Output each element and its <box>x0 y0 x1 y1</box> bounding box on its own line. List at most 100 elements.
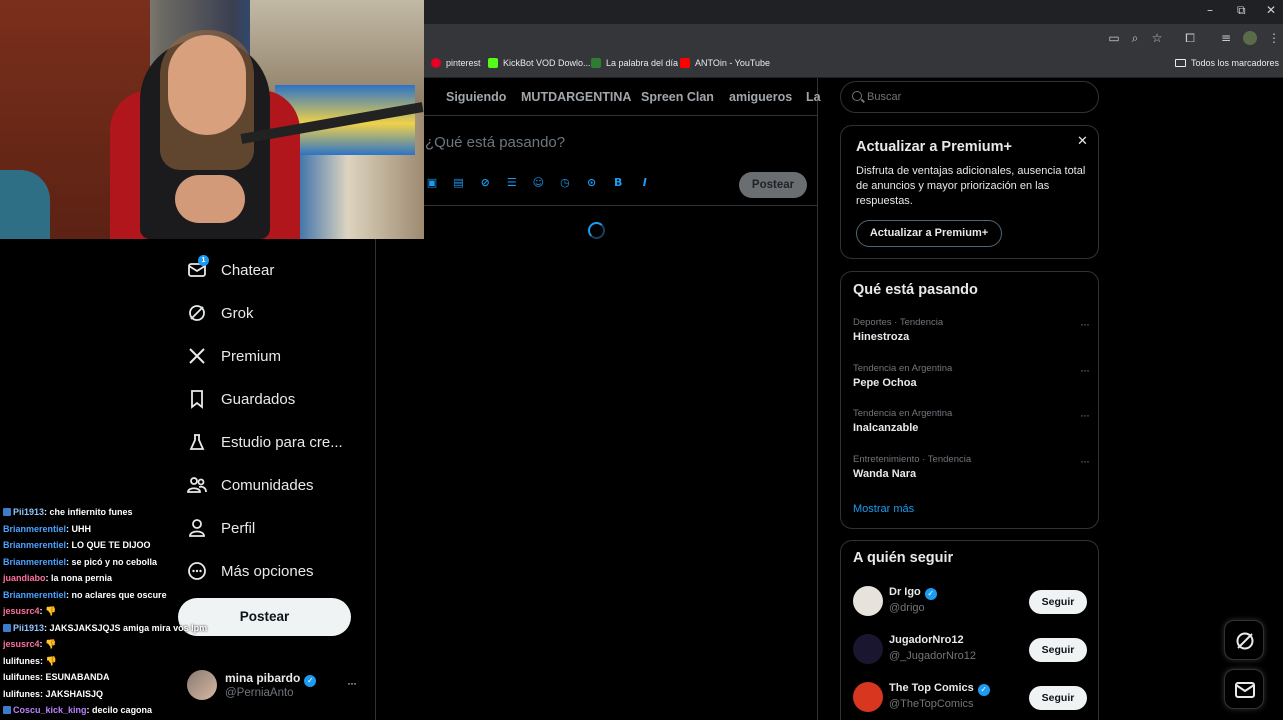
trend-item[interactable]: Tendencia en Argentina Inalcanzable ··· <box>853 408 1090 442</box>
tab-siguiendo[interactable]: Siguiendo <box>446 90 506 104</box>
bookmark-pinterest[interactable]: pinterest <box>431 58 481 68</box>
trend-meta: Entretenimiento · Tendencia <box>853 454 972 465</box>
more-icon[interactable]: ··· <box>1080 363 1090 377</box>
extensions-icon[interactable]: ⧠ <box>1183 31 1197 45</box>
follow-button[interactable]: Seguir <box>1029 638 1087 662</box>
nav-guardados[interactable]: Guardados <box>186 387 295 411</box>
minimize-icon[interactable]: – <box>1207 3 1213 17</box>
loading-spinner-icon <box>588 222 605 239</box>
image-icon[interactable]: ▣ <box>425 176 439 190</box>
bookmark-label: La palabra del día <box>606 58 679 68</box>
nav-label: Premium <box>221 347 282 365</box>
nav-chatear[interactable]: 1 Chatear <box>186 255 275 282</box>
bookmark-palabra-del-dia[interactable]: La palabra del día <box>591 58 678 68</box>
follow-button[interactable]: Seguir <box>1029 686 1087 710</box>
follow-suggestion[interactable]: The Top Comics ✓ @TheTopComics Seguir <box>853 679 1089 715</box>
webcam-overlay <box>0 0 424 239</box>
tab-amigueros[interactable]: amigueros <box>729 90 792 104</box>
follow-handle: @_JugadorNro12 <box>889 650 976 662</box>
close-icon[interactable]: ✕ <box>1077 134 1088 149</box>
more-icon[interactable]: ··· <box>347 676 357 690</box>
premium-title: Actualizar a Premium+ <box>856 139 1012 155</box>
mail-icon <box>1235 682 1255 698</box>
location-icon[interactable]: ⊙ <box>585 176 599 190</box>
italic-icon[interactable]: I <box>638 176 652 190</box>
trend-item[interactable]: Deportes · Tendencia Hinestroza ··· <box>853 317 1090 351</box>
search-input[interactable]: Buscar <box>840 81 1099 113</box>
browser-menu-icon[interactable]: ⋮ <box>1267 31 1281 45</box>
search-placeholder: Buscar <box>867 91 902 103</box>
zoom-icon[interactable]: ⌕ <box>1128 31 1142 45</box>
trends-card: Qué está pasando Deportes · Tendencia Hi… <box>840 271 1099 529</box>
chat-message: lulifunes: ESUNABANDA <box>3 672 110 682</box>
grok-floating-button[interactable] <box>1224 620 1264 660</box>
avatar <box>853 682 883 712</box>
compose-post-button[interactable]: Postear <box>739 172 807 198</box>
chat-username: Brianmerentiel <box>3 540 67 550</box>
who-to-follow-card: A quién seguir Dr Igo ✓ @drigo Seguir Jug… <box>840 540 1099 720</box>
nav-estudio[interactable]: Estudio para cre... <box>186 430 343 454</box>
tab-la[interactable]: La <box>806 90 821 104</box>
tab-mutdargentina[interactable]: MUTDARGENTINA <box>521 90 631 104</box>
more-icon[interactable]: ··· <box>1080 317 1090 331</box>
screen-cast-icon[interactable]: ▭ <box>1107 31 1121 45</box>
messages-floating-button[interactable] <box>1224 669 1264 709</box>
chat-username: Pii1913 <box>13 507 45 517</box>
star-bookmark-icon[interactable]: ☆ <box>1150 31 1164 45</box>
chat-text: : 👎 <box>39 606 57 616</box>
follow-suggestion[interactable]: JugadorNro12 @_JugadorNro12 Seguir <box>853 631 1089 667</box>
follow-suggestion[interactable]: Dr Igo ✓ @drigo Seguir <box>853 583 1089 619</box>
chat-text: : ESUNABANDA <box>40 672 110 682</box>
profile-avatar-icon[interactable] <box>1243 31 1257 45</box>
nav-label: Chatear <box>221 261 275 279</box>
creator-studio-icon <box>186 431 208 453</box>
chat-message: juandiabo: la nona pernia <box>3 573 112 583</box>
kickbot-icon <box>488 58 498 68</box>
trend-item[interactable]: Entretenimiento · Tendencia Wanda Nara ·… <box>853 454 1090 488</box>
premium-upgrade-button[interactable]: Actualizar a Premium+ <box>856 220 1002 247</box>
nav-label: Comunidades <box>221 476 314 494</box>
compose-input[interactable]: ¿Qué está pasando? <box>425 134 565 151</box>
pinterest-icon <box>431 58 441 68</box>
compose-toolbar: ▣ ▤ ⊘ ☰ ☺ ◷ ⊙ B I <box>425 176 664 194</box>
follow-button[interactable]: Seguir <box>1029 590 1087 614</box>
nav-grok[interactable]: Grok <box>186 301 254 325</box>
close-window-icon[interactable]: ✕ <box>1266 3 1276 17</box>
chat-username: Pii1913 <box>13 622 45 633</box>
trend-name: Pepe Ochoa <box>853 377 917 389</box>
chat-text: : UHH <box>66 523 92 534</box>
grok-icon[interactable]: ⊘ <box>478 176 492 190</box>
bookmark-youtube[interactable]: ANTOin - YouTube <box>680 58 770 68</box>
schedule-icon[interactable]: ◷ <box>558 176 572 190</box>
chat-badge-icon <box>3 706 11 714</box>
all-bookmarks-folder[interactable]: Todos los marcadores <box>1174 58 1279 68</box>
gif-icon[interactable]: ▤ <box>452 176 466 190</box>
poll-icon[interactable]: ☰ <box>505 176 519 190</box>
stream-chat-overlay: Pii1913: che infiernito funes Brianmerent… <box>0 490 220 720</box>
chat-username: lulifunes <box>3 672 41 682</box>
chat-message: Brianmerentiel: no aclares que oscure <box>3 590 167 600</box>
show-more-link[interactable]: Mostrar más <box>853 503 914 515</box>
media-control-icon[interactable]: ≡ <box>1219 31 1233 45</box>
trend-item[interactable]: Tendencia en Argentina Pepe Ochoa ··· <box>853 363 1090 397</box>
nav-label: Más opciones <box>221 562 314 580</box>
emoji-icon[interactable]: ☺ <box>531 176 545 190</box>
account-handle: @PerniaAnto <box>225 687 294 699</box>
bold-icon[interactable]: B <box>611 176 625 190</box>
nav-premium[interactable]: Premium <box>186 344 281 368</box>
chat-text: : decilo cagona <box>86 705 153 715</box>
follow-name: The Top Comics ✓ <box>889 682 990 696</box>
chat-message: jesusrc4: 👎 <box>3 639 56 650</box>
more-icon[interactable]: ··· <box>1080 454 1090 468</box>
verified-badge-icon: ✓ <box>977 684 990 696</box>
bookmark-icon <box>186 388 208 410</box>
more-icon[interactable]: ··· <box>1080 408 1090 422</box>
chat-badge-icon <box>3 508 11 516</box>
trend-meta: Tendencia en Argentina <box>853 408 953 419</box>
tab-spreen-clan[interactable]: Spreen Clan <box>641 90 714 104</box>
folder-icon <box>1174 59 1186 67</box>
chat-username: Coscu_kick_king <box>13 705 87 715</box>
bookmark-kickbot[interactable]: KickBot VOD Dowlo... <box>488 58 591 68</box>
chat-username: Brianmerentiel <box>3 556 67 567</box>
maximize-icon[interactable]: ⧉ <box>1237 3 1246 18</box>
